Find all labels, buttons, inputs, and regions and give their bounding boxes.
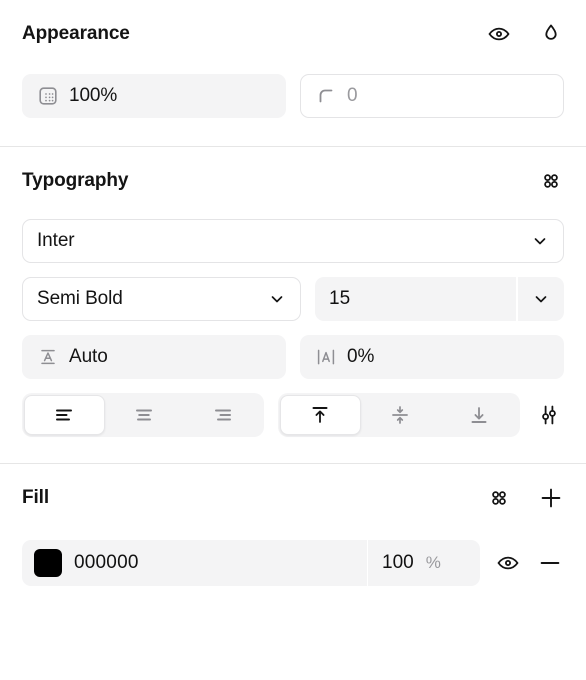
letter-spacing-value: 0%	[347, 346, 375, 367]
fill-visibility-toggle[interactable]	[494, 550, 522, 576]
align-middle-option[interactable]	[361, 395, 440, 435]
fill-header: Fill	[22, 476, 564, 520]
fill-color-input[interactable]: 000000	[22, 549, 367, 577]
droplet-icon[interactable]	[538, 21, 564, 47]
fill-section: Fill 000000 100 %	[0, 464, 586, 586]
font-size-control: 15	[315, 277, 564, 321]
font-weight-select[interactable]: Semi Bold	[22, 277, 301, 321]
font-family-row: Inter	[22, 219, 564, 263]
align-top-icon	[307, 402, 333, 428]
align-middle-icon	[387, 402, 413, 428]
align-center-icon	[131, 402, 157, 428]
eye-icon[interactable]	[486, 21, 512, 47]
align-left-option[interactable]	[24, 395, 105, 435]
typography-header-actions	[538, 168, 564, 194]
fill-hex-value: 000000	[74, 552, 139, 573]
fill-opacity-unit: %	[425, 553, 441, 572]
typography-section: Typography Inter Semi Bold 15 Auto 0%	[0, 147, 586, 437]
align-center-option[interactable]	[105, 395, 184, 435]
fill-title: Fill	[22, 487, 50, 508]
fill-item-row: 000000 100 %	[22, 540, 564, 586]
opacity-value: 100%	[69, 85, 118, 106]
font-family-select[interactable]: Inter	[22, 219, 564, 263]
sliders-icon[interactable]	[534, 402, 564, 428]
typography-header: Typography	[22, 159, 564, 203]
fill-header-actions	[486, 485, 564, 511]
corner-radius-value: 0	[347, 85, 358, 106]
corner-radius-field[interactable]: 0	[300, 74, 564, 118]
chevron-down-icon	[531, 232, 549, 250]
appearance-title: Appearance	[22, 23, 130, 44]
fill-opacity-input[interactable]: 100 %	[368, 540, 480, 586]
line-letter-row: Auto 0%	[22, 335, 564, 379]
align-top-option[interactable]	[280, 395, 361, 435]
align-left-icon	[51, 402, 77, 428]
appearance-header-actions	[486, 21, 564, 47]
fill-color-field[interactable]: 000000 100 %	[22, 540, 480, 586]
appearance-header: Appearance	[22, 12, 564, 56]
eye-icon	[496, 551, 520, 575]
align-bottom-option[interactable]	[439, 395, 518, 435]
font-size-dropdown-button[interactable]	[518, 277, 564, 321]
corner-radius-icon	[315, 85, 337, 107]
appearance-fields-row: 100% 0	[22, 74, 564, 118]
alignment-row	[22, 393, 564, 437]
four-dots-grid-icon[interactable]	[486, 485, 512, 511]
font-family-value: Inter	[37, 230, 75, 251]
properties-panel: Appearance 100% 0 Typography Inter Semi …	[0, 0, 586, 680]
letter-spacing-icon	[315, 346, 337, 368]
font-weight-value: Semi Bold	[37, 288, 123, 309]
font-size-value: 15	[329, 288, 351, 309]
line-height-icon	[37, 346, 59, 368]
align-bottom-icon	[466, 402, 492, 428]
letter-spacing-field[interactable]: 0%	[300, 335, 564, 379]
remove-fill-button[interactable]	[536, 550, 564, 576]
fill-opacity-value: 100	[382, 552, 414, 573]
plus-icon[interactable]	[538, 485, 564, 511]
align-right-option[interactable]	[183, 395, 262, 435]
typography-title: Typography	[22, 170, 129, 191]
vertical-align-group	[278, 393, 520, 437]
horizontal-align-group	[22, 393, 264, 437]
font-size-input[interactable]: 15	[315, 277, 516, 321]
color-swatch[interactable]	[34, 549, 62, 577]
line-height-value: Auto	[69, 346, 108, 367]
line-height-field[interactable]: Auto	[22, 335, 286, 379]
transparency-grid-icon	[37, 85, 59, 107]
font-weight-size-row: Semi Bold 15	[22, 277, 564, 321]
align-right-icon	[210, 402, 236, 428]
opacity-field[interactable]: 100%	[22, 74, 286, 118]
chevron-down-icon	[268, 290, 286, 308]
four-dots-grid-icon[interactable]	[538, 168, 564, 194]
chevron-down-icon	[532, 290, 550, 308]
appearance-section: Appearance 100% 0	[0, 0, 586, 118]
minus-icon	[537, 550, 563, 576]
